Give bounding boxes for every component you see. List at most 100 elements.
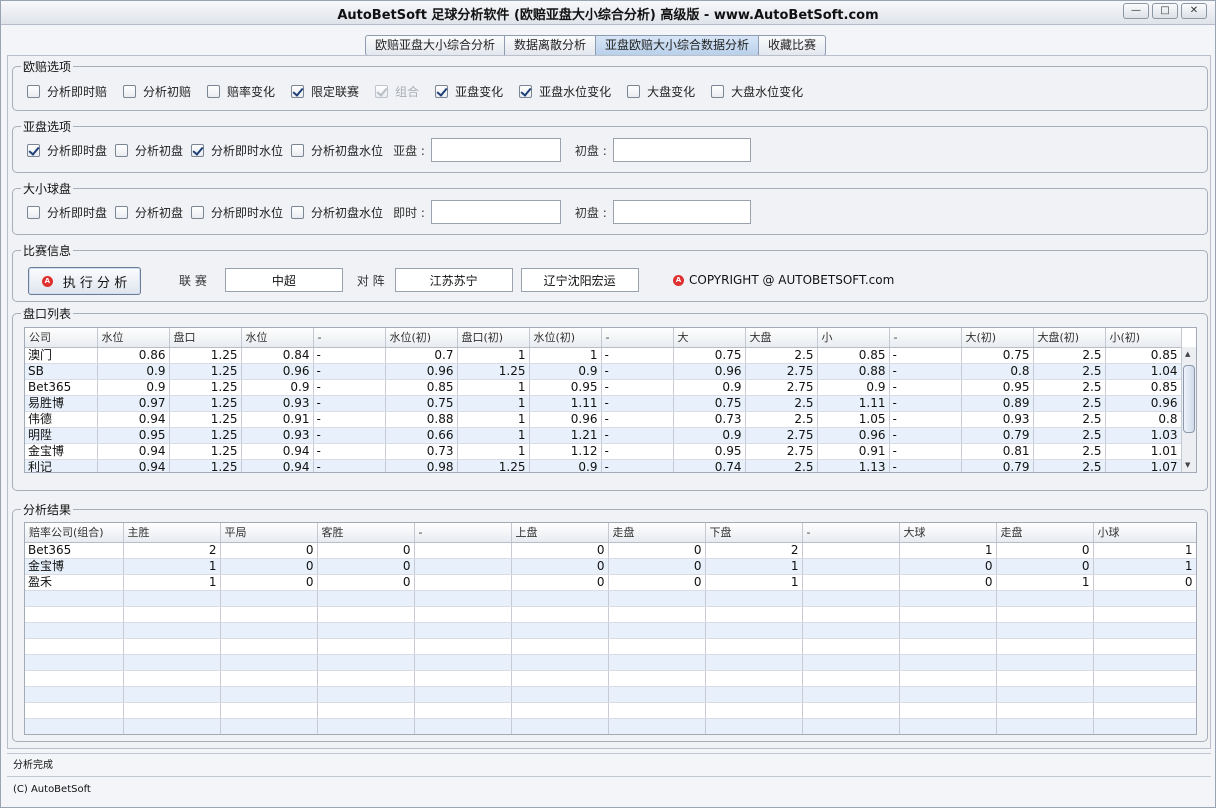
column-header[interactable]: 大(初)	[961, 328, 1034, 348]
table-row-empty[interactable]	[25, 654, 1196, 671]
table-row-empty[interactable]	[25, 702, 1196, 719]
ou-options-checkbox-0[interactable]: 分析即时盘	[27, 204, 107, 221]
asian-options-checkbox-3[interactable]: 分析初盘水位	[291, 142, 383, 159]
column-header[interactable]: 大	[673, 328, 746, 348]
table-row-empty[interactable]	[25, 686, 1196, 703]
column-header[interactable]: 水位(初)	[385, 328, 458, 348]
scroll-down-icon[interactable]: ▼	[1185, 461, 1190, 469]
euro-options-checkbox-2[interactable]: 赔率变化	[207, 83, 275, 100]
tab-dispersion[interactable]: 数据离散分析	[505, 35, 597, 56]
column-header[interactable]: 大球	[899, 523, 997, 543]
column-header[interactable]: 盘口	[169, 328, 242, 348]
asian-options-checkbox-2[interactable]: 分析即时水位	[191, 142, 283, 159]
asian-options-checkbox-1[interactable]: 分析初盘	[115, 142, 183, 159]
table-row[interactable]: 金宝博 0.94 1.25 0.94-0.73 1 1.12-0.95 2.75 0.91-0…	[25, 443, 1182, 460]
tab-euro-asian-ou[interactable]: 欧赔亚盘大小综合分析	[365, 35, 506, 56]
asian-initial-input[interactable]	[612, 138, 751, 162]
checkbox-icon[interactable]	[27, 205, 40, 219]
checkbox-icon[interactable]	[115, 205, 129, 219]
table-row[interactable]: 明陞 0.95 1.25 0.93-0.66 1 1.21-0.9 2.75 0.96-0.7…	[25, 427, 1182, 444]
column-header[interactable]: 小球	[1093, 523, 1196, 543]
column-header[interactable]: 盘口(初)	[457, 328, 530, 348]
column-header[interactable]: 公司	[25, 328, 98, 348]
away-team-input[interactable]: 辽宁沈阳宏运	[520, 268, 639, 292]
asian-line-input[interactable]	[430, 138, 561, 162]
table-row-empty[interactable]	[25, 638, 1196, 655]
ou-initial-input[interactable]	[612, 200, 751, 224]
euro-options-checkbox-0[interactable]: 分析即时赔	[27, 83, 107, 100]
column-header[interactable]: 小(初)	[1105, 328, 1182, 348]
checkbox-icon[interactable]	[123, 84, 137, 98]
column-header[interactable]: -	[313, 328, 386, 348]
column-header[interactable]: 水位(初)	[529, 328, 602, 348]
column-header[interactable]: -	[601, 328, 674, 348]
table-row-empty[interactable]	[25, 670, 1196, 687]
column-header[interactable]: -	[802, 523, 900, 543]
table-row[interactable]: 澳门 0.86 1.25 0.84-0.7 1 1-0.75 2.5 0.85-0.75 2.5…	[25, 347, 1182, 364]
euro-options-checkbox-3[interactable]: 限定联赛	[291, 83, 359, 100]
checkbox-icon[interactable]	[435, 84, 449, 98]
checkbox-icon[interactable]	[291, 84, 305, 98]
column-header[interactable]: 走盘	[996, 523, 1094, 543]
column-header[interactable]: 下盘	[705, 523, 803, 543]
checkbox-icon[interactable]	[207, 84, 221, 98]
column-header[interactable]: 主胜	[123, 523, 221, 543]
checkbox-icon[interactable]	[519, 84, 533, 98]
column-header[interactable]: 大盘(初)	[1033, 328, 1106, 348]
table-row-empty[interactable]	[25, 622, 1196, 639]
table-row[interactable]: 盈禾 1 0 0 0 0 1 0 1 0	[25, 574, 1196, 591]
column-header[interactable]: 平局	[220, 523, 318, 543]
table-row[interactable]: Bet365 0.9 1.25 0.9-0.85 1 0.95-0.9 2.75 0.9-0.…	[25, 379, 1182, 396]
table-row[interactable]: Bet365 2 0 0 0 0 2 1 0 1	[25, 542, 1196, 559]
euro-options-checkbox-7[interactable]: 大盘变化	[627, 83, 695, 100]
odds-scrollbar[interactable]: ▲ ▼	[1181, 347, 1196, 472]
table-row-empty[interactable]	[25, 734, 1196, 735]
column-header[interactable]: 小	[817, 328, 890, 348]
checkbox-icon[interactable]	[191, 143, 205, 157]
column-header[interactable]: 上盘	[511, 523, 609, 543]
table-row-empty[interactable]	[25, 590, 1196, 607]
table-row[interactable]: SB 0.9 1.25 0.96-0.96 1.25 0.9-0.96 2.75 0.88-0…	[25, 363, 1182, 380]
checkbox-icon[interactable]	[191, 205, 205, 219]
euro-options-checkbox-5[interactable]: 亚盘变化	[435, 83, 503, 100]
table-row[interactable]: 易胜博 0.97 1.25 0.93-0.75 1 1.11-0.75 2.5 1.11-0.…	[25, 395, 1182, 412]
tab-favorites[interactable]: 收藏比赛	[759, 35, 827, 56]
run-analysis-button[interactable]: A 执 行 分 析	[28, 267, 141, 295]
table-row[interactable]: 利记 0.94 1.25 0.94-0.98 1.25 0.9-0.74 2.5 1.13-0…	[25, 459, 1182, 472]
ou-options-checkbox-1[interactable]: 分析初盘	[115, 204, 183, 221]
scroll-thumb[interactable]	[1183, 365, 1195, 433]
checkbox-icon[interactable]	[627, 84, 641, 98]
column-header[interactable]: 客胜	[317, 523, 415, 543]
euro-options-checkbox-8[interactable]: 大盘水位变化	[711, 83, 803, 100]
checkbox-icon[interactable]	[115, 143, 129, 157]
table-row[interactable]: 金宝博 1 0 0 0 0 1 0 0 1	[25, 558, 1196, 575]
column-header[interactable]: 走盘	[608, 523, 706, 543]
euro-options-checkbox-1[interactable]: 分析初赔	[123, 83, 191, 100]
table-row-empty[interactable]	[25, 718, 1196, 734]
table-row[interactable]: 伟德 0.94 1.25 0.91-0.88 1 0.96-0.73 2.5 1.05-0.9…	[25, 411, 1182, 428]
checkbox-icon[interactable]	[27, 143, 40, 157]
column-header[interactable]: 大盘	[745, 328, 818, 348]
ou-options-checkbox-3[interactable]: 分析初盘水位	[291, 204, 383, 221]
ou-options-checkbox-2[interactable]: 分析即时水位	[191, 204, 283, 221]
checkbox-icon[interactable]	[27, 84, 40, 98]
checkbox-icon[interactable]	[291, 143, 305, 157]
asian-options-checkbox-0[interactable]: 分析即时盘	[27, 142, 107, 159]
maximize-button[interactable]: □	[1152, 3, 1178, 19]
league-input[interactable]: 中超	[224, 268, 343, 292]
checkbox-icon[interactable]	[291, 205, 305, 219]
table-row-empty[interactable]	[25, 606, 1196, 623]
tab-asian-euro-ou-data[interactable]: 亚盘欧赔大小综合数据分析	[596, 35, 760, 56]
checkbox-icon[interactable]	[711, 84, 725, 98]
column-header[interactable]: 赔率公司(组合)	[25, 523, 124, 543]
column-header[interactable]: 水位	[241, 328, 314, 348]
home-team-input[interactable]: 江苏苏宁	[394, 268, 513, 292]
close-button[interactable]: ✕	[1181, 3, 1207, 19]
column-header[interactable]: -	[889, 328, 962, 348]
minimize-button[interactable]: —	[1123, 3, 1149, 19]
column-header[interactable]: -	[414, 523, 512, 543]
ou-live-input[interactable]	[430, 200, 561, 224]
column-header[interactable]: 水位	[97, 328, 170, 348]
euro-options-checkbox-6[interactable]: 亚盘水位变化	[519, 83, 611, 100]
scroll-up-icon[interactable]: ▲	[1185, 350, 1190, 358]
